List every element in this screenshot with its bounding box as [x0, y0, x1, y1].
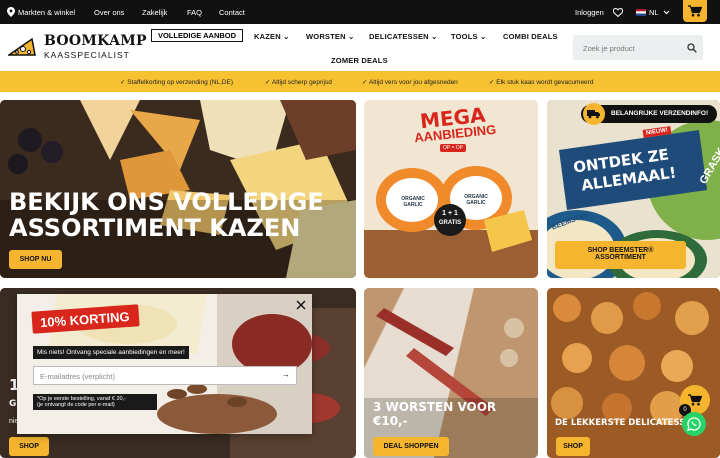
nav-item-kazen[interactable]: KAZEN ⌄ [254, 32, 290, 41]
discount-label: 10% KORTING [39, 308, 131, 331]
nav-item-combi-deals[interactable]: COMBI DEALS [503, 32, 558, 41]
nav-item-delicatessen[interactable]: DELICATESSEN ⌄ [369, 32, 438, 41]
business-link[interactable]: Zakelijk [142, 8, 167, 17]
product-label-left: ORGANIC GARLIC [401, 196, 425, 208]
chevron-down-icon: ⌄ [480, 32, 487, 41]
top-bar: Markten & winkel Over ons Zakelijk FAQ C… [0, 0, 720, 24]
popup-subtitle: Mis niets! Ontvang speciale aanbiedingen… [33, 346, 189, 359]
dutch-flag-icon [636, 9, 646, 16]
beemster-banner[interactable]: BELANGRIJKE VERZENDINFO! NIEUW! ONTDEK Z… [547, 100, 720, 278]
brand-name: BOOMKAMP [44, 33, 147, 49]
salami-image [364, 288, 538, 458]
heart-icon[interactable] [613, 8, 623, 17]
hero-title-line2: ASSORTIMENT KAZEN [9, 214, 301, 242]
nav-item-label: TOOLS [451, 32, 478, 41]
language-label: NL [649, 8, 659, 17]
whatsapp-icon [687, 417, 701, 431]
shop-now-button[interactable]: SHOP NU [9, 250, 62, 269]
worsten-title-line1: 3 WORSTEN VOOR [373, 400, 497, 414]
search-box[interactable]: Zoek je product [573, 35, 703, 60]
submit-arrow-button[interactable]: → [282, 370, 290, 379]
whatsapp-button[interactable] [682, 412, 706, 436]
hero-title-line1: BEKIJK ONS VOLLEDIGE [9, 188, 324, 216]
close-icon[interactable] [296, 300, 306, 310]
cart-icon [688, 5, 702, 17]
worsten-title-line2: €10,- [373, 414, 408, 428]
deal-shoppen-button[interactable]: DEAL SHOPPEN [373, 437, 449, 456]
cheese-logo-icon [8, 37, 36, 56]
shop-beemster-button[interactable]: SHOP BEEMSTER® ASSORTIMENT [555, 241, 686, 269]
location-pin-icon [7, 7, 15, 17]
chevron-down-icon: ⌄ [431, 32, 438, 41]
usp-strip: ✓ Staffelkorting op verzending (NL,DE) ✓… [0, 71, 720, 92]
usp-item: ✓ Elk stuk kaas wordt gevacumeerd [489, 79, 594, 86]
deli-title: DE LEKKERSTE DELICATESSEN! [555, 418, 703, 428]
deli-shop-button[interactable]: SHOP [556, 437, 590, 456]
chevron-down-icon: ⌄ [283, 32, 290, 41]
shipping-notice-label: BELANGRIJKE VERZENDINFO! [611, 110, 709, 117]
chevron-down-icon [663, 10, 670, 15]
faq-link[interactable]: FAQ [187, 8, 202, 17]
nav-item-zomer-deals[interactable]: ZOMER DEALS [331, 56, 388, 65]
brand-logo[interactable]: BOOMKAMP KAASSPECIALIST [8, 31, 147, 63]
about-link[interactable]: Over ons [94, 8, 124, 17]
stores-link[interactable]: Markten & winkel [18, 8, 75, 17]
nav-item-label: KAZEN [254, 32, 281, 41]
brand-tagline: KAASSPECIALIST [44, 50, 130, 60]
usp-item: ✓ Staffelkorting op verzending (NL,DE) [120, 79, 234, 86]
login-link[interactable]: Inloggen [575, 8, 604, 17]
one-plus-one-badge: 1 + 1 [442, 210, 458, 217]
newsletter-popup: 10% KORTING Mis niets! Ontvang speciale … [17, 294, 312, 434]
nav-item-label: WORSTEN [306, 32, 346, 41]
search-icon[interactable] [687, 43, 697, 53]
email-field[interactable]: E-mailadres (verplicht) → [33, 366, 297, 385]
chevron-down-icon: ⌄ [348, 32, 355, 41]
cart-icon [688, 394, 702, 406]
nav-item-worsten[interactable]: WORSTEN ⌄ [306, 32, 355, 41]
contact-link[interactable]: Contact [219, 8, 245, 17]
shop-beemster-line2: ASSORTIMENT [595, 254, 646, 261]
popup-note-line2: (je ontvangt de code per e-mail) [37, 402, 115, 408]
language-selector[interactable]: NL [636, 7, 672, 18]
cart-button[interactable] [683, 0, 707, 22]
email-placeholder: E-mailadres (verplicht) [40, 372, 116, 381]
shop-beemster-line1: SHOP BEEMSTER® [587, 247, 654, 254]
usp-item: ✓ Altijd vers voor jou afgesneden [362, 79, 458, 86]
free-badge: GRATIS [438, 220, 462, 226]
search-placeholder: Zoek je product [583, 44, 635, 53]
popup-note: *Op je eerste bestelling, vanaf € 20,- (… [33, 394, 157, 410]
mega-offer-banner[interactable]: MEGA AANBIEDING OP = OP ORGANIC GARLIC O… [364, 100, 538, 278]
nav-item-label: DELICATESSEN [369, 32, 429, 41]
truck-icon [587, 110, 600, 119]
hero-banner[interactable]: BEKIJK ONS VOLLEDIGE ASSORTIMENT KAZEN S… [0, 100, 356, 278]
stock-badge: OP = OP [440, 144, 467, 152]
truck-badge [583, 103, 605, 125]
tile4-shop-button[interactable]: SHOP [9, 437, 49, 456]
full-range-button[interactable]: VOLLEDIGE AANBOD [151, 29, 243, 42]
product-label-right: ORGANIC GARLIC [464, 194, 488, 206]
usp-item: ✓ Altijd scherp geprijsd [265, 79, 332, 86]
three-sausages-banner[interactable]: 3 WORSTEN VOOR €10,- DEAL SHOPPEN [364, 288, 538, 458]
floating-cart-button[interactable]: 0 [679, 385, 710, 416]
nav-item-tools[interactable]: TOOLS ⌄ [451, 32, 486, 41]
